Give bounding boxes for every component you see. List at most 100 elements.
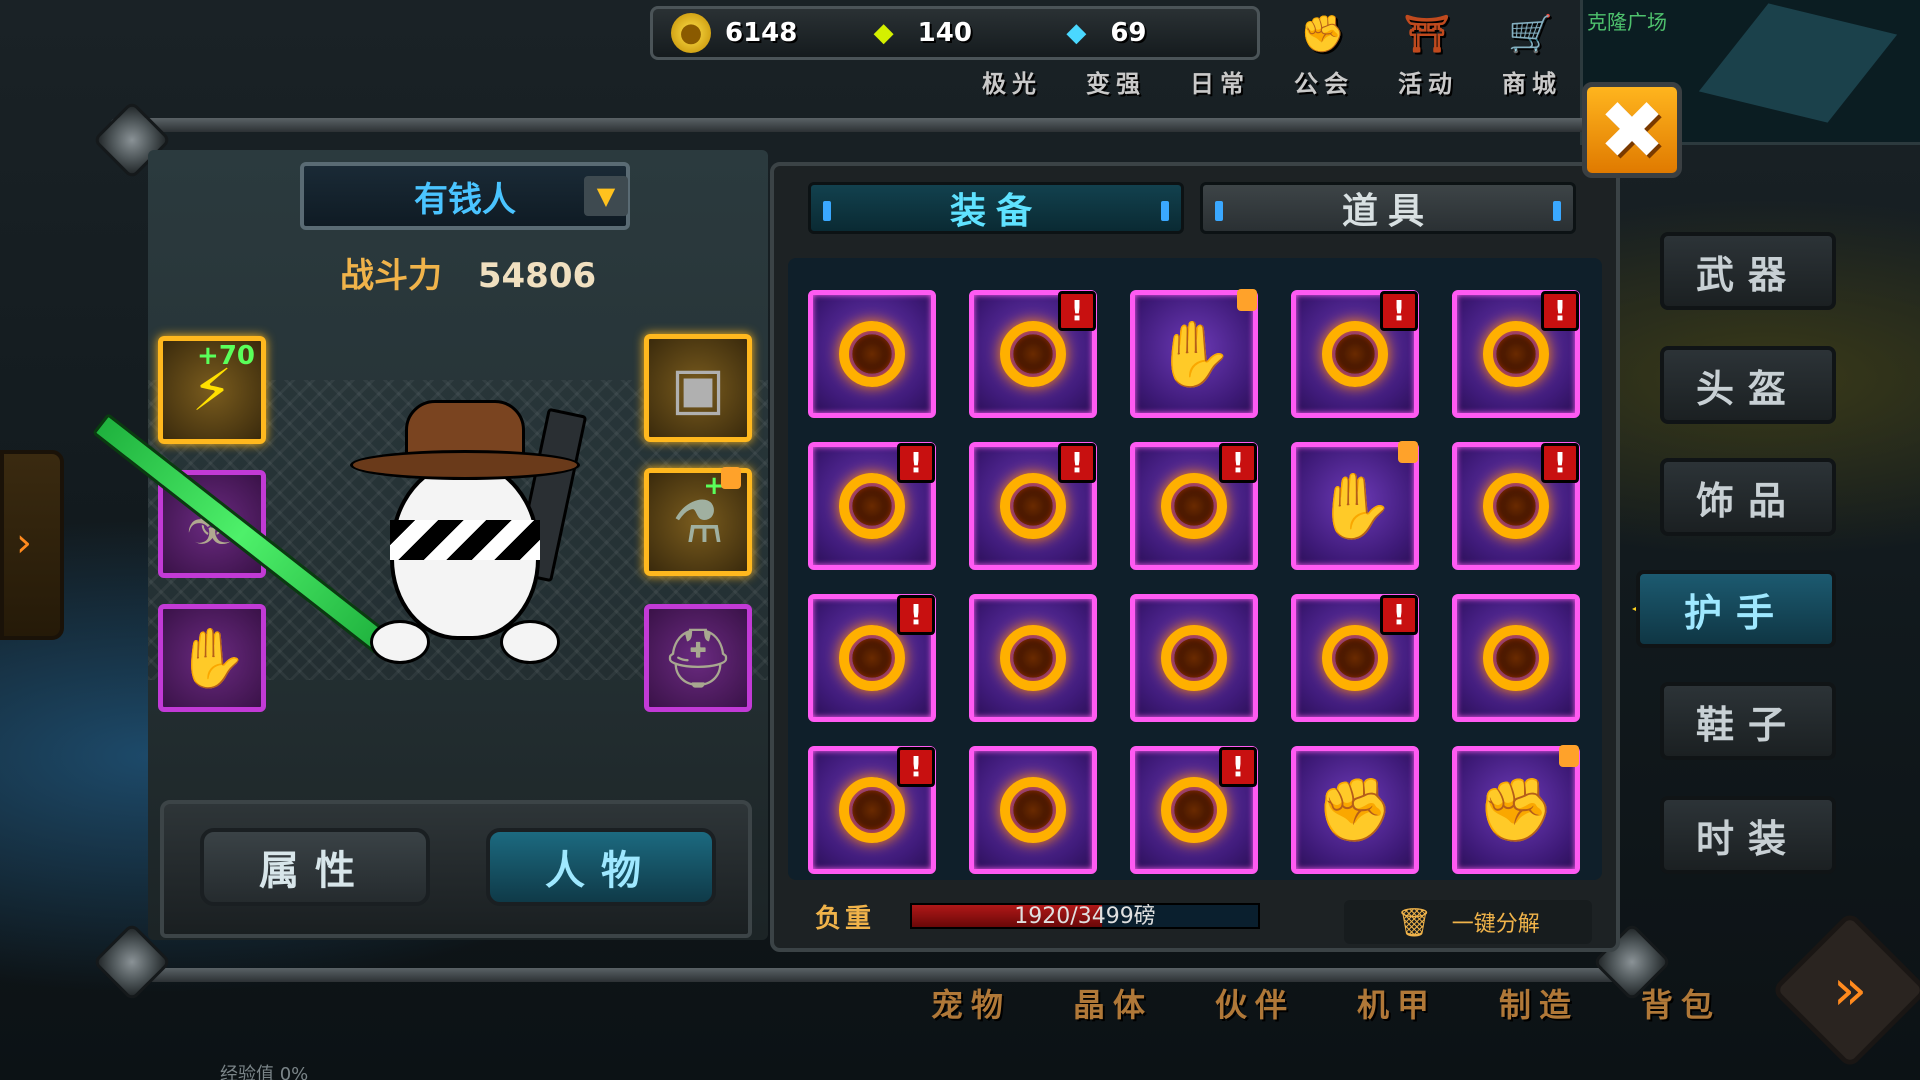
lock-icon [1559, 745, 1579, 767]
tab-character[interactable]: 人物 [486, 828, 716, 906]
inventory-item-gauntlet[interactable]: ✋ [1130, 289, 1258, 418]
fist-icon: ✊ [1300, 14, 1351, 55]
nav-craft[interactable]: 制造 [1468, 980, 1610, 1026]
alert-icon: ! [1058, 291, 1096, 331]
tab-attributes-label: 属性 [259, 848, 371, 894]
nav-event[interactable]: ⛩ 活动 [1376, 8, 1480, 99]
character-name-plate[interactable]: 有钱人 [300, 162, 630, 230]
alert-icon: ! [1058, 443, 1096, 483]
gloves-slot[interactable]: ✋ [158, 604, 266, 712]
inventory-item-ring[interactable] [969, 746, 1097, 874]
aurora-icon [988, 12, 1038, 58]
inventory-item-ring[interactable] [1452, 594, 1580, 722]
basket-icon: 🛒 [1508, 14, 1559, 55]
character-hand [500, 620, 560, 664]
cowboy-hat [350, 400, 580, 490]
side-tab-weapon-label: 武器 [1695, 252, 1800, 297]
inventory-item-ring[interactable]: ! [808, 442, 936, 570]
side-tab-gloves[interactable]: 护手 [1636, 570, 1836, 648]
boots-slot[interactable]: ⛑ [644, 604, 752, 712]
inventory-item-ring[interactable]: ! [1291, 594, 1419, 722]
decompose-all-label: 一键分解 [1451, 912, 1540, 937]
inventory-item-ring[interactable]: ! [808, 746, 936, 874]
close-button[interactable]: ✖ [1582, 82, 1682, 178]
nav-shop[interactable]: 🛒 商城 [1480, 8, 1584, 99]
gauntlet-icon: ✋ [1315, 469, 1395, 544]
lock-icon [1237, 289, 1257, 311]
fire-ring-icon [1483, 321, 1549, 387]
top-nav: 极光 变强 日常 ✊ 公会 ⛩ 活动 🛒 商城 [960, 8, 1584, 99]
alert-icon: ! [1380, 291, 1418, 331]
tab-character-label: 人物 [545, 848, 657, 894]
fire-ring-icon [1000, 321, 1066, 387]
weight-bar: 1920/3499磅 [910, 903, 1260, 929]
weight-label: 负重 [814, 903, 875, 934]
weapon-slot[interactable]: ⚡ +70 [158, 336, 266, 444]
character-mask [390, 520, 540, 560]
inventory-item-ring[interactable] [1130, 594, 1258, 722]
gold-value: 6148 [725, 18, 798, 48]
nav-crystal[interactable]: 晶体 [1042, 980, 1184, 1026]
tab-items[interactable]: 道具 [1200, 182, 1576, 234]
side-tab-fashion[interactable]: 时装 [1660, 796, 1836, 874]
nav-backpack[interactable]: 背包 [1610, 980, 1752, 1026]
nav-guild[interactable]: ✊ 公会 [1272, 8, 1376, 99]
inventory-item-ring[interactable]: ! [969, 442, 1097, 570]
name-dropdown-button[interactable]: ▼ [584, 176, 628, 216]
fire-ring-icon [1483, 625, 1549, 691]
inventory-item-ring[interactable]: ! [1130, 746, 1258, 874]
tab-pip [1215, 201, 1223, 221]
side-tab-accessory-label: 饰品 [1695, 478, 1800, 523]
inventory-item-fist[interactable]: ✊ [1452, 745, 1580, 874]
fire-ring-icon [1000, 625, 1066, 691]
gauntlet-icon: ✋ [1154, 317, 1234, 392]
nav-pet[interactable]: 宠物 [900, 980, 1042, 1026]
bottom-nav: 宠物 晶体 伙伴 机甲 制造 背包 [900, 980, 1752, 1026]
combat-power: 战斗力 54806 [340, 248, 596, 297]
nav-strengthen[interactable]: 变强 [1064, 8, 1168, 99]
inventory-item-ring[interactable]: ! [1291, 290, 1419, 418]
decompose-all-button[interactable]: 🗑 一键分解 [1344, 900, 1592, 944]
inventory-item-ring[interactable]: ! [808, 594, 936, 722]
alert-icon: ! [1541, 443, 1579, 483]
inventory-item-ring[interactable]: ! [1452, 442, 1580, 570]
fire-ring-icon [1322, 321, 1388, 387]
accessory-slot[interactable]: ⚗ + [644, 467, 752, 576]
side-tab-shoes[interactable]: 鞋子 [1660, 682, 1836, 760]
nav-daily[interactable]: 日常 [1168, 8, 1272, 99]
alert-icon: ! [1380, 595, 1418, 635]
nav-mecha[interactable]: 机甲 [1326, 980, 1468, 1026]
weapon-bonus: +70 [197, 341, 255, 371]
inventory-item-ring[interactable] [969, 594, 1097, 722]
strengthen-icon [1092, 12, 1142, 58]
nav-strengthen-label: 变强 [1086, 70, 1146, 98]
side-tab-weapon[interactable]: 武器 [1660, 232, 1836, 310]
inventory-item-ring[interactable]: ! [1130, 442, 1258, 570]
lock-icon [721, 467, 741, 489]
inventory-item-ring[interactable] [808, 290, 936, 418]
fire-ring-icon [1000, 473, 1066, 539]
inventory-grid: ! ✋!!!!! ✋!!!!! ✊ ✊ [808, 289, 1580, 874]
inventory-item-ring[interactable]: ! [969, 290, 1097, 418]
fist-glove-icon: ✊ [1477, 773, 1555, 846]
character-name: 有钱人 [414, 179, 516, 220]
nav-shop-label: 商城 [1502, 70, 1562, 98]
armor-slot[interactable]: ▣ [644, 334, 752, 442]
side-tab-helmet[interactable]: 头盔 [1660, 346, 1836, 424]
alert-icon: ! [1219, 747, 1257, 787]
fire-ring-icon [1322, 625, 1388, 691]
nav-partner[interactable]: 伙伴 [1184, 980, 1326, 1026]
tab-attributes[interactable]: 属性 [200, 828, 430, 906]
inventory-item-ring[interactable]: ! [1452, 290, 1580, 418]
fist-glove-icon: ✊ [1316, 773, 1394, 846]
side-tab-accessory[interactable]: 饰品 [1660, 458, 1836, 536]
inventory-item-fist[interactable]: ✊ [1291, 746, 1419, 874]
fire-ring-icon [1161, 625, 1227, 691]
gauntlet-icon: ✋ [175, 623, 249, 692]
nav-aurora[interactable]: 极光 [960, 8, 1064, 99]
alert-icon: ! [1219, 443, 1257, 483]
left-expand-tab[interactable]: › [0, 450, 64, 640]
inventory-item-gauntlet[interactable]: ✋ [1291, 441, 1419, 570]
alert-icon: ! [897, 595, 935, 635]
tab-equipment[interactable]: 装备 [808, 182, 1184, 234]
